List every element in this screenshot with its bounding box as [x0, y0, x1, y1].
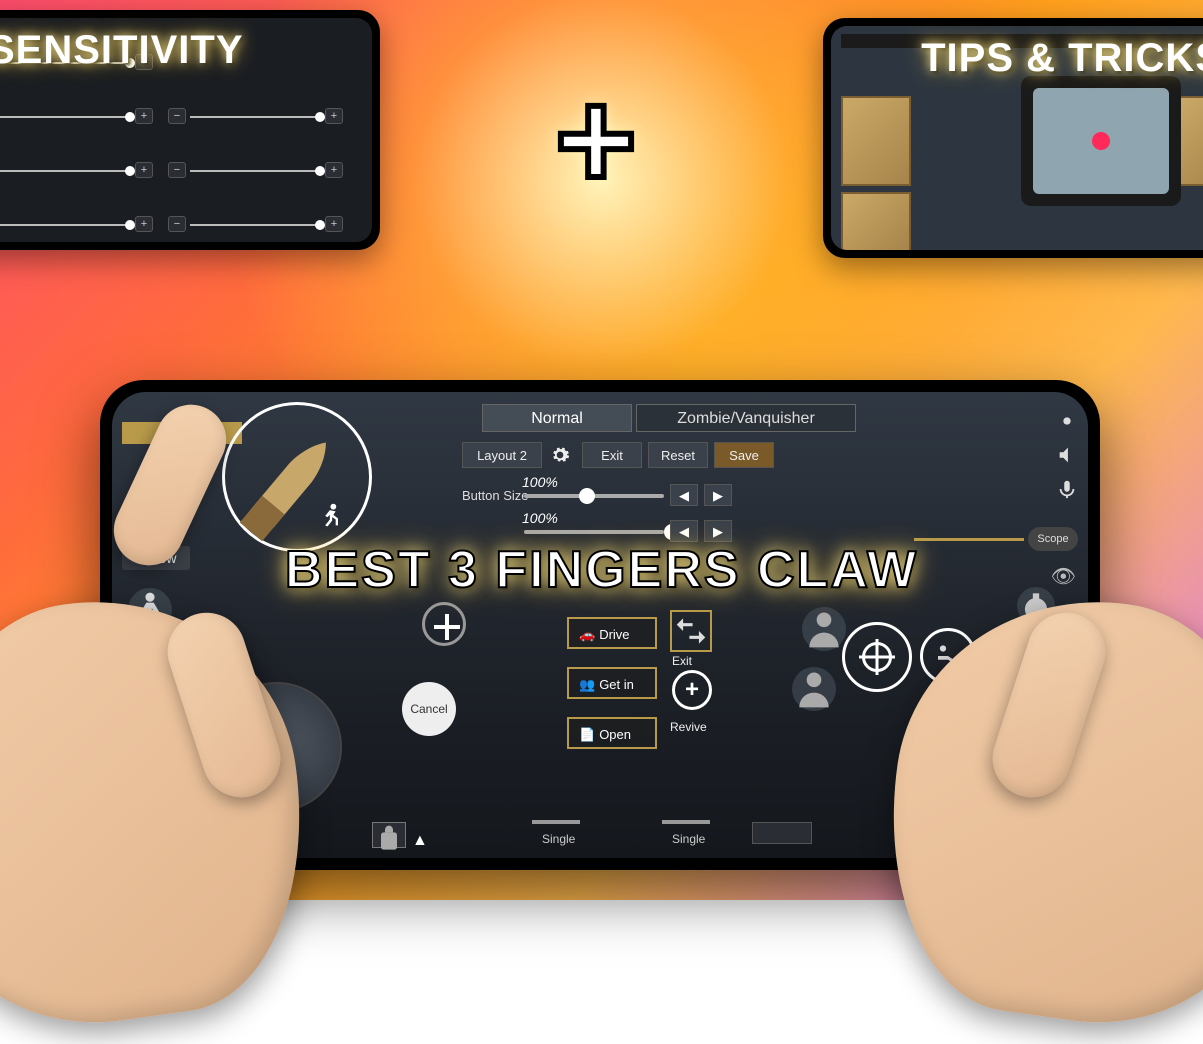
minus-icon[interactable]: − [168, 108, 186, 124]
silhouette-icon[interactable] [802, 607, 846, 651]
save-button[interactable]: Save [714, 442, 774, 468]
arrow-right-icon[interactable]: ▶ [704, 520, 732, 542]
revive-label: Revive [670, 720, 707, 734]
open-button[interactable]: 📄Open [567, 717, 657, 749]
arrow-left-icon[interactable]: ◀ [670, 520, 698, 542]
button-size-value: 100% [522, 474, 558, 490]
plus-icon[interactable]: + [135, 162, 153, 178]
arrow-right-icon[interactable]: ▶ [704, 484, 732, 506]
drive-button[interactable]: 🚗Drive [567, 617, 657, 649]
layout-button[interactable]: Layout 2 [462, 442, 542, 468]
plus-icon[interactable]: + [325, 108, 343, 124]
pistol-slot[interactable] [752, 822, 812, 844]
firemode-single[interactable]: Single [542, 832, 575, 846]
settings-icon[interactable] [1056, 410, 1078, 437]
plus-icon[interactable]: + [325, 162, 343, 178]
title-tips: TIPS & TRICKS [921, 36, 1203, 81]
cancel-button[interactable]: Cancel [402, 682, 456, 736]
add-button[interactable]: + [672, 670, 712, 710]
scope-line [914, 538, 1024, 541]
button-size-label: Button Size [462, 488, 529, 503]
swap-seat-button[interactable] [670, 610, 712, 652]
getin-button[interactable]: 👥Get in [567, 667, 657, 699]
button-size-slider[interactable] [524, 494, 664, 498]
plus-icon[interactable]: + [135, 108, 153, 124]
ammo-bar [662, 820, 710, 824]
exit-button[interactable]: Exit [582, 442, 642, 468]
aim-scope-button[interactable] [842, 622, 912, 692]
tab-zombie[interactable]: Zombie/Vanquisher [636, 404, 856, 432]
plus-icon: + [555, 70, 637, 210]
eye-icon[interactable]: 👁 [1051, 564, 1076, 589]
thumbnail-canvas: + + + + − + − + − + SENSITIVITY + [0, 0, 1203, 900]
mic-icon[interactable] [1056, 478, 1078, 505]
arrow-left-icon[interactable]: ◀ [670, 484, 698, 506]
sprint-icon[interactable] [317, 502, 345, 535]
title-sensitivity: SENSITIVITY [0, 28, 244, 73]
firemode-single[interactable]: Single [672, 832, 705, 846]
plus-icon[interactable]: + [325, 216, 343, 232]
minus-icon[interactable]: − [168, 162, 186, 178]
backpack-icon[interactable] [372, 822, 406, 848]
gear-icon[interactable] [550, 445, 570, 465]
minus-icon[interactable]: − [168, 216, 186, 232]
exit-label: Exit [672, 654, 692, 668]
alpha-value: 100% [522, 510, 558, 526]
silhouette-icon[interactable] [792, 667, 836, 711]
alpha-slider[interactable] [524, 530, 664, 534]
ammo-bar [532, 820, 580, 824]
plus-icon[interactable]: + [135, 216, 153, 232]
holo-sight [1021, 76, 1181, 206]
reset-button[interactable]: Reset [648, 442, 708, 468]
speaker-icon[interactable] [1056, 444, 1078, 471]
chevron-up-icon[interactable]: ▲ [412, 832, 428, 850]
phone-tips: TIPS & TRICKS [823, 18, 1203, 258]
reticle-dot [1092, 132, 1110, 150]
aim-button[interactable] [422, 602, 466, 646]
phone-sensitivity: + + + + − + − + − + SENSITIVITY [0, 10, 380, 250]
scope-button[interactable]: Scope [1028, 527, 1078, 551]
tab-normal[interactable]: Normal [482, 404, 632, 432]
